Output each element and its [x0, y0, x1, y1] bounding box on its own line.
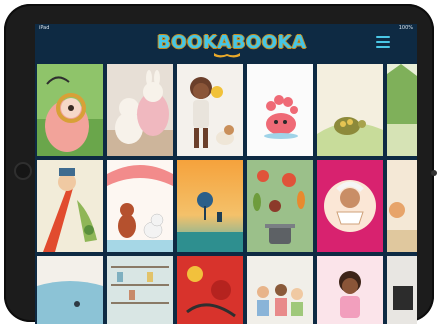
- dark-partial-illustration: [387, 256, 417, 324]
- book-cover-shelves[interactable]: [107, 256, 173, 324]
- green-landscape-illustration: [387, 64, 417, 156]
- book-cover-magnifier-girl[interactable]: [37, 64, 103, 156]
- seascape-illustration: [37, 256, 103, 324]
- logo-text: BOOKABOOKA: [157, 32, 307, 53]
- status-carrier: iPad: [39, 25, 50, 31]
- turtle-illustration: [317, 64, 383, 156]
- book-cover-kids-group[interactable]: [247, 256, 313, 324]
- kids-group-illustration: [247, 256, 313, 324]
- status-battery: 100%: [398, 25, 413, 31]
- partial-book-illustration: [387, 160, 417, 252]
- book-cover-bear-and-dog[interactable]: [107, 160, 173, 252]
- home-button[interactable]: [14, 162, 32, 180]
- bookabooka-logo[interactable]: BOOKABOOKA: [157, 32, 306, 58]
- book-cover-grandma-teacup[interactable]: [317, 160, 383, 252]
- vegetable-pot-illustration: [247, 160, 313, 252]
- book-cover-girl-pink[interactable]: [317, 256, 383, 324]
- magnifier-girl-illustration: [37, 64, 103, 156]
- book-cover-green-partial[interactable]: [387, 64, 417, 156]
- grandma-teacup-illustration: [317, 160, 383, 252]
- shelves-illustration: [107, 256, 173, 324]
- book-cover-coral-creature[interactable]: [247, 64, 313, 156]
- book-cover-dark-partial[interactable]: [387, 256, 417, 324]
- red-curls-illustration: [177, 256, 243, 324]
- book-cover-turtle[interactable]: [317, 64, 383, 156]
- book-cover-seascape[interactable]: [37, 256, 103, 324]
- plush-bunnies-illustration: [107, 64, 173, 156]
- app-header: iPad 100% BOOKABOOKA: [35, 24, 417, 60]
- coral-creature-illustration: [247, 64, 313, 156]
- status-bar: iPad 100%: [35, 24, 417, 32]
- book-cover-plush-bunnies[interactable]: [107, 64, 173, 156]
- book-cover-red-curls[interactable]: [177, 256, 243, 324]
- camera-icon: [431, 170, 437, 176]
- book-grid: [35, 62, 417, 324]
- app-screen: iPad 100% BOOKABOOKA: [35, 24, 417, 324]
- sunset-tree-illustration: [177, 160, 243, 252]
- girl-pink-illustration: [317, 256, 383, 324]
- book-cover-sunset-tree[interactable]: [177, 160, 243, 252]
- book-cover-girl-with-dog[interactable]: [177, 64, 243, 156]
- hamburger-menu-icon[interactable]: [376, 36, 390, 48]
- bear-and-dog-illustration: [107, 160, 173, 252]
- book-cover-tall-hat-kid[interactable]: [37, 160, 103, 252]
- book-cover-partial-right[interactable]: [387, 160, 417, 252]
- open-book-icon: [214, 53, 240, 58]
- book-cover-vegetable-pot[interactable]: [247, 160, 313, 252]
- tall-hat-kid-illustration: [37, 160, 103, 252]
- girl-with-dog-photo: [177, 64, 243, 156]
